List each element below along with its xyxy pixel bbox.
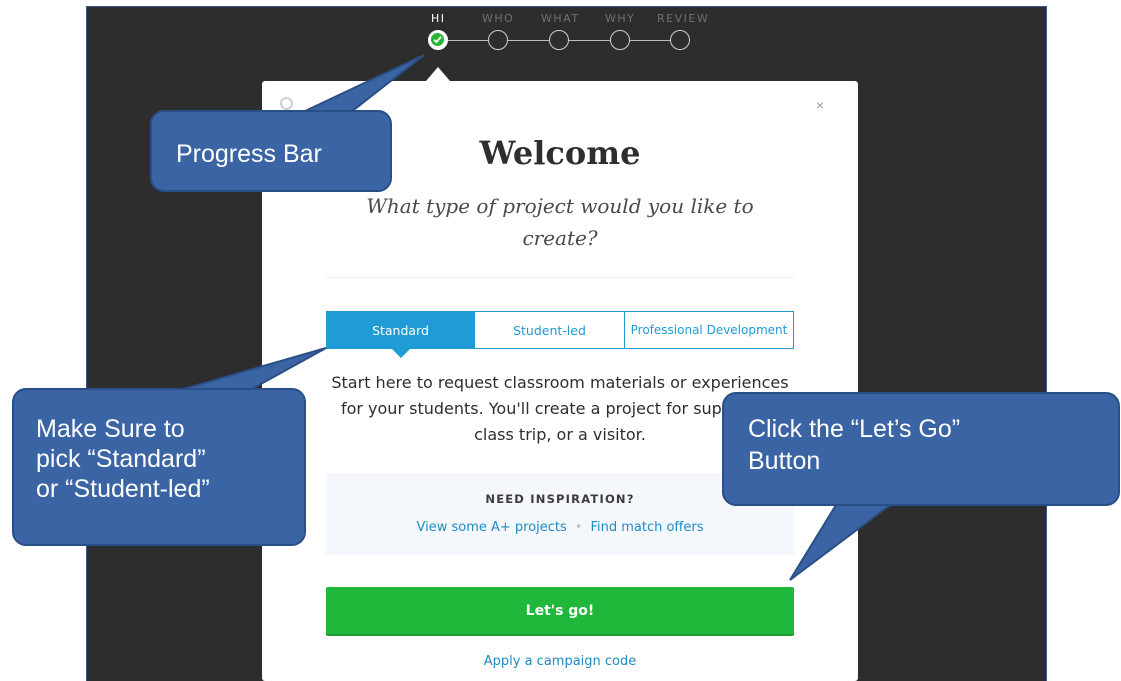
- callout-tails: [179, 54, 893, 581]
- callout-button-line2: Button: [748, 447, 821, 475]
- tail-progress: [302, 54, 425, 113]
- callout-button-line1: Click the “Let’s Go”: [748, 415, 961, 443]
- tail-tabs: [179, 347, 327, 391]
- callout-progress-text: Progress Bar: [176, 140, 322, 168]
- tail-button: [789, 504, 893, 581]
- callout-tab-line3: or “Student-led”: [36, 475, 210, 503]
- callout-lets-go: Click the “Let’s Go” Button: [722, 392, 1120, 506]
- callout-tab-choice: Make Sure to pick “Standard” or “Student…: [12, 388, 306, 546]
- callout-tab-line2: pick “Standard”: [36, 445, 206, 473]
- callout-tab-line1: Make Sure to: [36, 415, 185, 443]
- callout-progress-bar: Progress Bar: [150, 110, 392, 192]
